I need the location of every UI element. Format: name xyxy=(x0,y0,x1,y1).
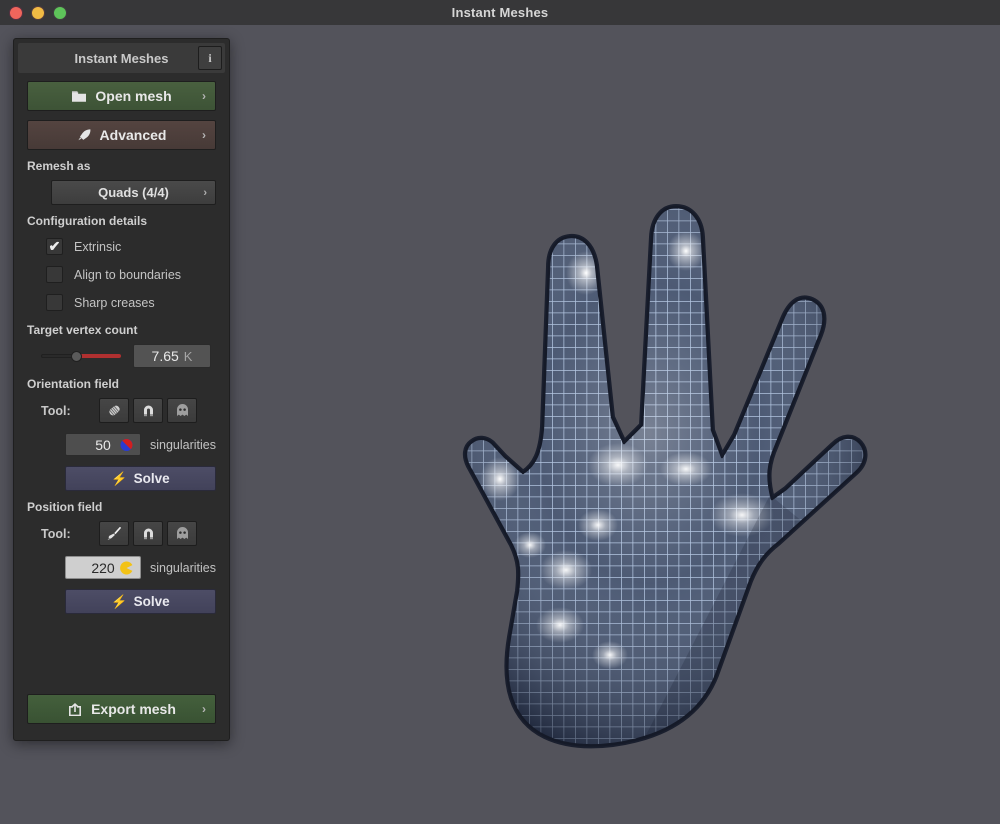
folder-icon xyxy=(71,89,87,103)
position-singularity-icon xyxy=(120,561,133,574)
orientation-singularity-icon xyxy=(120,438,133,451)
traffic-light-group xyxy=(0,5,67,20)
magnet-icon xyxy=(143,528,153,540)
position-tool-magnet[interactable] xyxy=(133,521,163,546)
checkbox-empty-icon xyxy=(46,266,63,283)
position-tool-label: Tool: xyxy=(41,526,71,541)
advanced-label: Advanced xyxy=(99,127,167,143)
chevron-right-icon: › xyxy=(202,89,206,103)
orientation-solve-button[interactable]: ⚡ Solve xyxy=(65,466,216,491)
open-mesh-label: Open mesh xyxy=(95,88,172,104)
orientation-tool-label: Tool: xyxy=(41,403,71,418)
target-vertex-count-slider[interactable] xyxy=(41,347,121,365)
target-vertex-count-unit: K xyxy=(183,348,193,364)
export-icon xyxy=(67,702,83,717)
target-vertex-count-input[interactable]: 7.65 K xyxy=(133,344,211,368)
remesh-as-label: Remesh as xyxy=(27,159,91,173)
advanced-button[interactable]: Advanced › xyxy=(27,120,216,150)
chevron-right-icon: › xyxy=(202,128,206,142)
ghost-eraser-icon xyxy=(176,527,188,539)
magnet-icon xyxy=(143,405,153,417)
target-vertex-count-label: Target vertex count xyxy=(27,323,138,337)
ghost-eraser-icon xyxy=(176,404,188,416)
slider-handle[interactable] xyxy=(71,351,82,362)
position-singularities-input[interactable]: 220 xyxy=(65,556,141,579)
remesh-as-dropdown[interactable]: Quads (4/4) › xyxy=(51,180,216,205)
rocket-icon xyxy=(77,128,92,143)
bolt-icon: ⚡ xyxy=(111,470,128,486)
orientation-field-label: Orientation field xyxy=(27,377,120,391)
position-solve-label: Solve xyxy=(133,594,170,609)
close-button[interactable] xyxy=(9,5,23,20)
minimize-button[interactable] xyxy=(31,5,45,20)
window-title: Instant Meshes xyxy=(451,5,549,20)
target-vertex-count-value: 7.65 xyxy=(151,348,179,364)
export-mesh-label: Export mesh xyxy=(91,701,176,717)
checkbox-extrinsic[interactable]: ✔ Extrinsic xyxy=(46,235,216,258)
orientation-tool-eraser[interactable] xyxy=(167,398,197,423)
export-mesh-button[interactable]: Export mesh › xyxy=(27,694,216,724)
orientation-singularities-label: singularities xyxy=(149,437,216,452)
app-window: Instant Meshes Instant Meshes i Open mes… xyxy=(0,0,1000,824)
orientation-solve-label: Solve xyxy=(133,471,170,486)
title-bar: Instant Meshes xyxy=(0,0,1000,25)
comb-icon xyxy=(108,405,120,416)
bolt-icon: ⚡ xyxy=(111,593,128,609)
checkbox-sharp-creases-label: Sharp creases xyxy=(74,295,155,310)
panel-header: Instant Meshes i xyxy=(18,43,225,73)
checkbox-empty-icon xyxy=(46,294,63,311)
slider-fill xyxy=(77,354,121,358)
position-tool-eraser[interactable] xyxy=(167,521,197,546)
open-mesh-button[interactable]: Open mesh › xyxy=(27,81,216,111)
orientation-tool-magnet[interactable] xyxy=(133,398,163,423)
checkbox-align-to-boundaries[interactable]: Align to boundaries xyxy=(46,263,216,286)
zoom-button[interactable] xyxy=(53,5,67,20)
position-singularities-label: singularities xyxy=(149,560,216,575)
configuration-details-label: Configuration details xyxy=(27,214,147,228)
checkmark-icon: ✔ xyxy=(46,238,63,255)
position-singularities-value: 220 xyxy=(91,559,115,576)
brush-icon xyxy=(107,526,121,540)
position-solve-button[interactable]: ⚡ Solve xyxy=(65,589,216,614)
chevron-right-icon: › xyxy=(202,702,206,716)
orientation-tool-comb[interactable] xyxy=(99,398,129,423)
orientation-singularities-input[interactable]: 50 xyxy=(65,433,141,456)
remesh-as-value: Quads (4/4) xyxy=(98,185,169,200)
tool-panel: Instant Meshes i Open mesh › Advanced › … xyxy=(13,38,230,741)
checkbox-extrinsic-label: Extrinsic xyxy=(74,239,122,254)
orientation-singularities-value: 50 xyxy=(95,436,111,453)
chevron-right-icon: › xyxy=(203,186,207,199)
position-field-label: Position field xyxy=(27,500,103,514)
checkbox-sharp-creases[interactable]: Sharp creases xyxy=(46,291,216,314)
panel-title: Instant Meshes xyxy=(74,50,169,66)
position-tool-brush[interactable] xyxy=(99,521,129,546)
info-icon[interactable]: i xyxy=(198,46,222,70)
checkbox-align-to-boundaries-label: Align to boundaries xyxy=(74,267,182,282)
